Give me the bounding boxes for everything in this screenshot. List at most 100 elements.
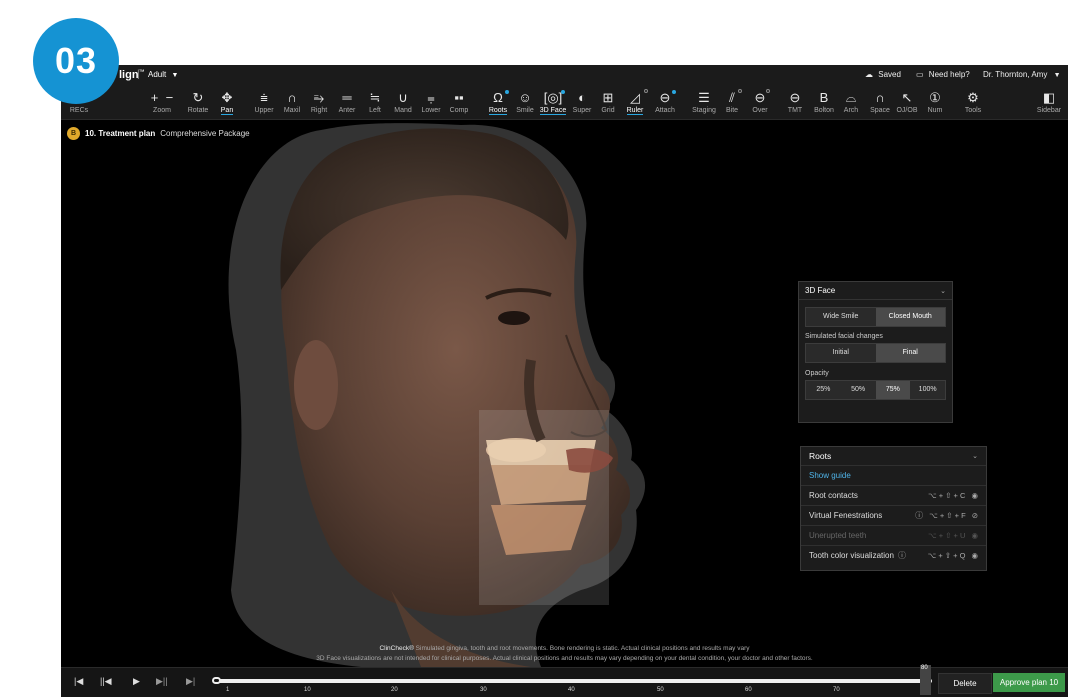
- pan-button[interactable]: ✥ Pan: [214, 87, 240, 119]
- arch-width-icon: ⌓: [845, 90, 857, 105]
- toolbar: RECs + − Zoom ↻ Rotate ✥ Pan ⩧ Upper ∩ Maxil …: [61, 87, 1068, 120]
- saved-status: ☁ Saved: [865, 70, 901, 79]
- left-view-button[interactable]: ≒ Left: [362, 87, 388, 119]
- opacity-75-option[interactable]: 75%: [875, 381, 911, 399]
- smile-button[interactable]: ☺ Smile: [512, 87, 538, 119]
- top-bar: lign™ | Adult ▼ ☁ Saved ▭ Need help? Dr.…: [61, 65, 1068, 88]
- skip-end-icon[interactable]: ▶|: [186, 676, 195, 687]
- tooth-color-label: Tooth color visualization: [809, 551, 894, 560]
- mand-view-button[interactable]: ∪ Mand: [390, 87, 416, 119]
- current-stage-label: 80: [921, 665, 928, 671]
- tools-button[interactable]: ⚙ Tools: [959, 87, 987, 119]
- slider-track: [218, 679, 932, 683]
- rotate-button[interactable]: ↻ Rotate: [184, 87, 212, 119]
- virtual-fenestrations-label: Virtual Fenestrations: [809, 511, 883, 520]
- eye-icon[interactable]: ◉: [971, 491, 978, 500]
- brand-separator: |: [137, 69, 140, 80]
- anterior-view-button[interactable]: ═ Anter: [334, 87, 360, 119]
- eye-icon[interactable]: ◉: [971, 531, 978, 540]
- user-menu[interactable]: Dr. Thornton, Amy ▼: [983, 70, 1061, 79]
- brand-logo: lign™: [119, 69, 145, 81]
- root-contacts-shortcut: ⌥ + ⇧ + C: [928, 491, 966, 500]
- space-icon: ∩: [875, 90, 885, 105]
- step-forward-icon[interactable]: ▶||: [156, 676, 168, 687]
- smile-face-icon: ☺: [518, 90, 532, 105]
- chevron-down-icon[interactable]: ⌄: [972, 452, 978, 460]
- info-icon[interactable]: ⓘ: [898, 550, 906, 561]
- upper-view-button[interactable]: ⩧ Upper: [251, 87, 277, 119]
- bite-settings-dot: [738, 89, 742, 93]
- tooth-root-icon: Ω: [493, 90, 503, 105]
- step-number-badge: 03: [33, 18, 119, 104]
- ojob-button[interactable]: ↖ OJ/OB: [893, 87, 921, 119]
- eye-icon[interactable]: ◉: [971, 551, 978, 560]
- initial-option[interactable]: Initial: [806, 344, 876, 362]
- tick-30: 30: [480, 687, 487, 693]
- step-back-icon[interactable]: ||◀: [100, 676, 112, 687]
- play-icon[interactable]: ▶: [133, 676, 140, 687]
- disclaimer-line-1: Simulated gingiva, tooth and root moveme…: [413, 645, 750, 652]
- lower-view-button[interactable]: ⩦ Lower: [417, 87, 445, 119]
- mandibular-arch-icon: ∪: [398, 90, 408, 105]
- clincheck-brand: ClinCheck®: [379, 645, 414, 652]
- tick-70: 70: [833, 687, 840, 693]
- tooth-color-row[interactable]: Tooth color visualization ⓘ ⌥ + ⇧ + Q ◉: [801, 545, 986, 565]
- arch-button[interactable]: ⌓ Arch: [838, 87, 864, 119]
- opacity-100-option[interactable]: 100%: [910, 381, 945, 399]
- patient-mode-dropdown[interactable]: Adult ▼: [148, 70, 178, 79]
- virtual-fenestrations-row[interactable]: Virtual Fenestrations ⓘ ⌥ + ⇧ + F ⊘: [801, 505, 986, 525]
- tooth-movement-table-icon: ⊖: [789, 90, 801, 105]
- opacity-50-option[interactable]: 50%: [841, 381, 876, 399]
- chat-icon: ▭: [916, 70, 924, 79]
- roots-panel-header[interactable]: Roots ⌄: [801, 447, 986, 465]
- unerupted-teeth-row[interactable]: Unerupted teeth ⌥ + ⇧ + U ◉: [801, 525, 986, 545]
- cloud-check-icon: ☁: [865, 70, 873, 79]
- eye-slash-icon[interactable]: ⊘: [972, 511, 978, 520]
- closed-mouth-option[interactable]: Closed Mouth: [875, 308, 945, 326]
- zoom-button[interactable]: + − Zoom: [145, 87, 179, 119]
- tooth-color-shortcut: ⌥ + ⇧ + Q: [927, 551, 966, 560]
- super-button[interactable]: ◐ Super: [569, 87, 595, 119]
- right-view-button[interactable]: ⥱ Right: [306, 87, 332, 119]
- tooth-numbering-icon: ①: [929, 90, 941, 105]
- root-contacts-row[interactable]: Root contacts ⌥ + ⇧ + C ◉: [801, 485, 986, 505]
- face3d-panel-header[interactable]: 3D Face ⌄: [799, 282, 952, 300]
- tmt-button[interactable]: ⊖ TMT: [782, 87, 808, 119]
- bolton-button[interactable]: B Bolton: [809, 87, 839, 119]
- num-button[interactable]: ① Num: [922, 87, 948, 119]
- need-help-button[interactable]: ▭ Need help?: [916, 70, 970, 79]
- roots-active-dot: [505, 90, 509, 94]
- chevron-down-icon[interactable]: ⌄: [940, 287, 946, 295]
- current-stage-marker[interactable]: 80: [920, 665, 931, 695]
- maxil-view-button[interactable]: ∩ Maxil: [279, 87, 305, 119]
- slider-start-handle[interactable]: [212, 677, 221, 684]
- sidebar-icon: ◧: [1042, 90, 1056, 105]
- staging-button[interactable]: ☰ Staging: [688, 87, 720, 119]
- stage-slider[interactable]: 1 10 20 30 40 50 60 70: [212, 672, 932, 694]
- space-button[interactable]: ∩ Space: [866, 87, 894, 119]
- anterior-view-icon: ═: [342, 90, 352, 105]
- roots-panel: Roots ⌄ Show guide Root contacts ⌥ + ⇧ +…: [800, 446, 987, 571]
- opacity-toggle: 25% 50% 75% 100%: [805, 380, 946, 400]
- ruler-icon: ◿: [630, 90, 640, 105]
- eye: [498, 311, 530, 325]
- attach-active-dot: [672, 90, 676, 94]
- attachment-icon: ⊖: [659, 90, 671, 105]
- comp-view-button[interactable]: ▪▪ Comp: [446, 87, 472, 119]
- over-settings-dot: [766, 89, 770, 93]
- delete-button[interactable]: Delete: [938, 673, 992, 694]
- info-icon[interactable]: ⓘ: [915, 510, 923, 521]
- skip-start-icon[interactable]: |◀: [74, 676, 83, 687]
- final-option[interactable]: Final: [875, 344, 945, 362]
- unerupted-teeth-shortcut: ⌥ + ⇧ + U: [928, 531, 966, 540]
- wide-smile-option[interactable]: Wide Smile: [806, 308, 876, 326]
- opacity-25-option[interactable]: 25%: [806, 381, 841, 399]
- root-contacts-label: Root contacts: [809, 491, 858, 500]
- grid-button[interactable]: ⊞ Grid: [595, 87, 621, 119]
- 3d-viewport[interactable]: B 10. Treatment plan Comprehensive Packa…: [61, 120, 1068, 667]
- show-guide-link[interactable]: Show guide: [809, 471, 851, 480]
- superimpose-icon: ◐: [578, 90, 586, 105]
- sidebar-button[interactable]: ◧ Sidebar: [1034, 87, 1064, 119]
- approve-plan-button[interactable]: Approve plan 10: [993, 673, 1065, 692]
- tick-40: 40: [568, 687, 575, 693]
